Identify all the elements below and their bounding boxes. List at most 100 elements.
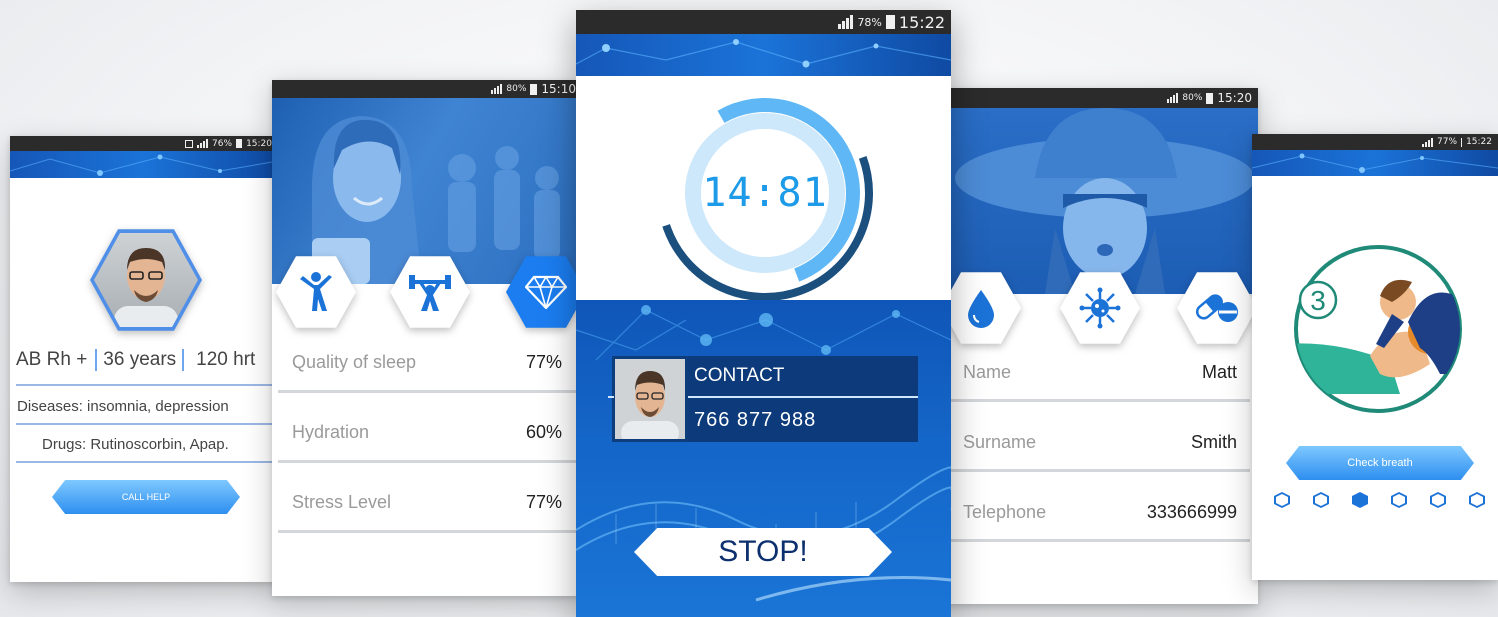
pills-hex[interactable] [1177,270,1257,346]
status-bar: 77% 15:22 [1252,134,1498,150]
signal-icon [197,139,209,148]
step-dot[interactable] [1469,492,1485,508]
step-dot[interactable] [1391,492,1407,508]
battery-icon [885,15,895,29]
weightlifting-icon [409,275,451,311]
phone-timer: 78% 15:22 14:81 CONTACT 766 877 988 STOP… [576,10,951,617]
info-row: Surname Smith [963,432,1237,453]
stop-button[interactable]: STOP! [634,528,892,576]
diseases-text: Diseases: insomnia, depression [17,398,229,415]
rotate-icon [185,139,194,148]
stat-value: 60% [525,422,562,442]
divider [945,399,1250,402]
divider [16,384,278,386]
stat-row: Stress Level 77% [292,492,562,513]
divider [278,460,582,463]
contact-label: CONTACT [688,356,918,396]
cpr-illustration: 3 [1280,244,1476,414]
pills-icon [1195,294,1238,322]
battery-icon [530,83,538,95]
blood-type: AB Rh + [10,349,98,371]
step-dot[interactable] [1430,492,1446,508]
signal-icon [491,84,503,94]
info-label: Surname [963,432,1037,452]
virus-icon [1079,287,1121,329]
info-label: Telephone [963,502,1047,522]
divider [278,530,582,533]
hydration-hex[interactable] [945,270,1021,346]
call-help-button[interactable]: CALL HELP [52,480,240,514]
diamond-icon [525,275,567,309]
stat-label: Stress Level [292,492,392,512]
battery-percent: 77% [1437,137,1458,147]
timer-ring: 14:81 [648,85,882,301]
clock-time: 15:20 [1217,91,1252,105]
clock-time: 15:22 [1466,137,1492,147]
stat-value: 77% [525,492,562,512]
stat-label: Hydration [292,422,370,442]
clock-time: 15:10 [541,82,576,96]
divider [945,539,1250,542]
divider [16,461,278,463]
stat-value: 77% [525,352,562,372]
phone-info: 80% 15:20 Name Matt Surname Smith Teleph… [945,88,1258,604]
clock-time: 15:22 [898,12,945,32]
age-value: 36 years [97,349,185,371]
divider [16,423,278,425]
status-bar: 78% 15:22 [576,10,951,34]
info-label: Name [963,362,1012,382]
phone-profile: 76% 15:20 AB Rh + 36 years 120 hrt Disea… [10,136,278,582]
status-bar: 80% 15:10 [272,80,582,98]
battery-icon [1206,92,1214,104]
status-bar: 76% 15:20 [10,136,278,151]
timer-display: 14:81 [702,170,828,216]
diamond-hex[interactable] [506,254,582,330]
info-value: Matt [1201,362,1237,382]
clock-time: 15:20 [246,138,272,149]
woman-hat-photo-icon [955,108,1255,294]
person-photo-icon [621,371,679,439]
info-row: Name Matt [963,362,1237,383]
drugs-text: Drugs: Rutinoscorbin, Apap. [42,436,229,453]
header-band [1252,150,1498,176]
hero-photo [945,108,1258,294]
battery-percent: 80% [1182,93,1203,103]
stat-label: Quality of sleep [292,352,417,372]
signal-icon [838,15,854,29]
step-indicator [1274,492,1485,508]
step-dot[interactable] [1352,492,1368,508]
signal-icon [1422,137,1433,147]
contact-number[interactable]: 766 877 988 [688,398,918,442]
weightlifting-hex[interactable] [390,254,470,330]
battery-percent: 78% [857,15,882,29]
cpr-icon: 3 [1294,245,1462,413]
check-breath-button[interactable]: Check breath [1286,446,1474,480]
info-value: Smith [1190,432,1237,452]
status-bar: 80% 15:20 [945,88,1258,108]
contact-avatar [612,356,688,442]
header-band [576,34,951,76]
exercise-icon [300,272,332,311]
info-value: 333666999 [1146,502,1237,522]
battery-icon [1461,137,1463,147]
info-row: Telephone 333666999 [963,502,1237,523]
step-number: 3 [1310,285,1326,316]
signal-icon [1167,93,1179,103]
phone-cpr: 77% 15:22 3 Check breath [1252,134,1498,580]
divider [945,469,1250,472]
heart-rate-value: 120 hrt [196,349,256,370]
battery-percent: 80% [506,84,527,94]
avatar [90,226,202,334]
divider [278,390,582,393]
battery-icon [236,139,243,148]
step-dot[interactable] [1274,492,1290,508]
virus-hex[interactable] [1060,270,1140,346]
step-dot[interactable] [1313,492,1329,508]
fitness-hex[interactable] [276,254,356,330]
stat-row: Quality of sleep 77% [292,352,562,373]
water-drop-icon [968,290,994,328]
stat-row: Hydration 60% [292,422,562,443]
phone-stats: 80% 15:10 Quality of sleep 77% Hydration… [272,80,582,596]
battery-percent: 76% [212,138,233,149]
contact-card[interactable]: CONTACT 766 877 988 [612,356,918,442]
